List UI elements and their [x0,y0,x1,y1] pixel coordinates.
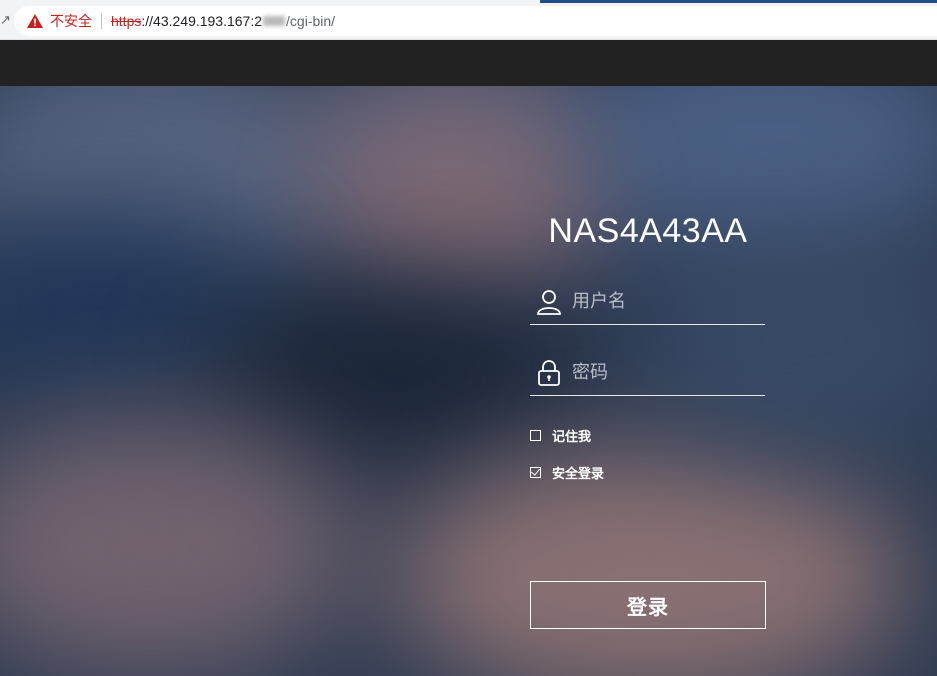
secure-login-option[interactable]: 安全登录 [530,463,604,482]
user-icon [537,290,561,315]
browser-toolbar: ↗ 不安全 https://43.249.193.167: 2/cgi-bin/ [0,0,937,40]
password-input[interactable] [572,357,762,387]
login-button[interactable]: 登录 [530,581,766,629]
app-header-bar [0,40,937,86]
username-field[interactable] [530,282,765,325]
url-port: 2 [254,13,263,29]
username-input[interactable] [572,286,762,316]
active-tab-accent [540,0,937,3]
back-arrow-icon[interactable]: ↗ [0,12,11,28]
omnibox-divider [101,13,102,29]
url-path: /cgi-bin/ [286,13,336,29]
secure-login-checkbox[interactable] [530,466,541,478]
remember-me-label[interactable]: 记住我 [552,426,591,445]
login-background [0,86,937,676]
not-secure-label[interactable]: 不安全 [50,11,92,31]
url-scheme: https [111,13,142,29]
address-bar[interactable]: 不安全 https://43.249.193.167: 2/cgi-bin/ [14,6,937,36]
password-field[interactable] [530,353,765,396]
login-panel: NAS4A43AA 记住我 安全登录 登录 [530,86,766,676]
device-name-title: NAS4A43AA [548,212,748,250]
url-host: ://43.249.193.167: [141,13,255,29]
url-redacted-port [263,16,286,26]
remember-me-checkbox[interactable] [530,429,541,441]
secure-login-label[interactable]: 安全登录 [552,463,604,482]
warning-triangle-icon[interactable] [26,13,44,29]
lock-icon [538,360,560,386]
remember-me-option[interactable]: 记住我 [530,426,591,445]
